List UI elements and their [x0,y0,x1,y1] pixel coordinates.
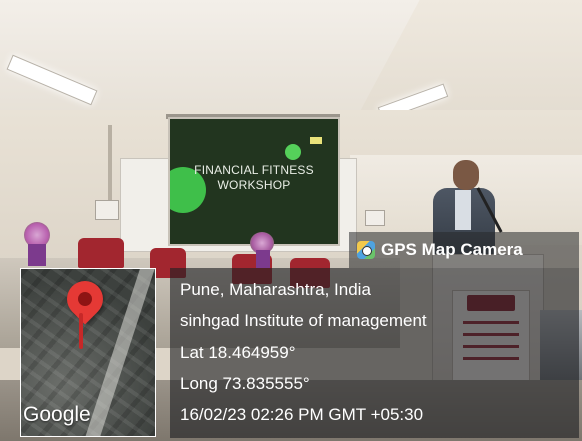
place-line: sinhgad Institute of management [180,311,427,330]
camera-app-icon [357,241,375,259]
gps-app-label-text: GPS Map Camera [381,240,523,259]
map-pin-stem [79,313,83,349]
latitude-line: Lat 18.464959° [180,343,296,362]
location-line: Pune, Maharashtra, India [180,280,371,299]
map-thumbnail: Google [20,268,156,437]
gps-overlay: GPS Map Camera Google Pune, Maharashtra,… [0,0,582,441]
location-info-box: Pune, Maharashtra, India sinhgad Institu… [170,268,579,438]
timestamp-line: 16/02/23 02:26 PM GMT +05:30 [180,405,424,424]
google-logo: Google [23,403,91,426]
gps-app-label: GPS Map Camera [349,232,579,268]
longitude-line: Long 73.835555° [180,374,310,393]
map-pin-icon [59,273,111,325]
